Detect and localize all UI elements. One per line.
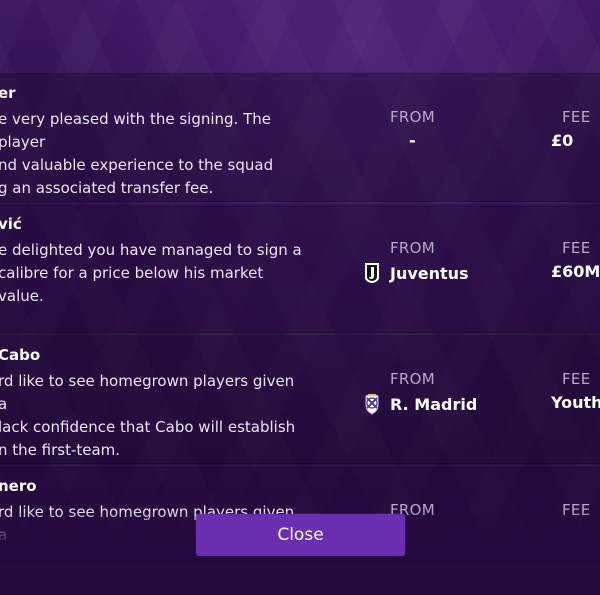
juventus-crest-icon (362, 262, 382, 284)
fee-label: FEE (562, 239, 591, 257)
real-madrid-crest-icon (362, 393, 382, 415)
fee-value: £60M (551, 262, 600, 281)
player-name: vić (0, 215, 22, 233)
transfer-row: Cabo rd like to see homegrown players gi… (0, 334, 600, 464)
fee-label: FEE (562, 370, 591, 388)
board-comment: rd like to see homegrown players given a… (0, 372, 296, 459)
from-value: - (409, 131, 416, 150)
player-name: nero (0, 477, 37, 495)
fee-value: £0 (551, 131, 574, 150)
board-comment: e very pleased with the signing. The pla… (0, 110, 274, 197)
from-club-name: R. Madrid (390, 394, 478, 414)
close-button[interactable]: Close (196, 514, 405, 556)
from-label: FROM (390, 239, 435, 257)
fee-label: FEE (562, 108, 591, 126)
close-button-label: Close (277, 525, 324, 545)
fee-value: Youth (551, 393, 600, 412)
from-value[interactable]: R. Madrid (362, 393, 477, 415)
transfer-row: vić e delighted you have managed to sign… (0, 203, 600, 333)
from-club-name: Juventus (390, 263, 469, 283)
player-name: er (0, 84, 16, 102)
from-club-name: - (409, 131, 416, 150)
board-comment: e delighted you have managed to sign a c… (0, 241, 302, 305)
from-label: FROM (390, 108, 435, 126)
from-value[interactable]: Juventus (362, 262, 469, 284)
from-label: FROM (390, 370, 435, 388)
player-name: Cabo (0, 346, 41, 364)
transfer-row: er e very pleased with the signing. The … (0, 72, 600, 202)
